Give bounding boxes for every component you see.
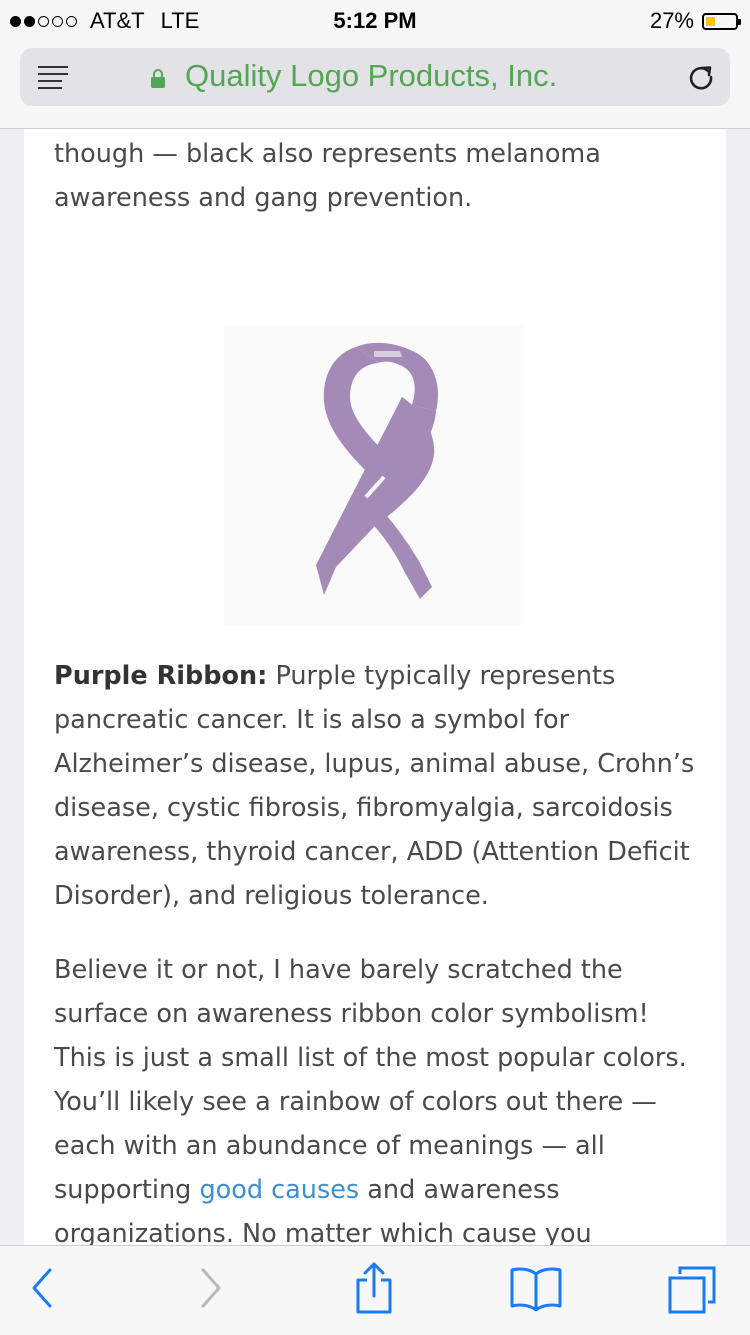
reload-icon[interactable] [686,62,716,92]
purple-ribbon-text: Purple typically represents pancreatic c… [54,661,695,911]
purple-ribbon-icon [316,342,439,599]
status-bar: AT&T LTE 5:12 PM 27% [0,0,750,40]
clock: 5:12 PM [333,8,417,33]
back-icon[interactable] [28,1266,58,1310]
paragraph-intro: though — black also represents melanoma … [54,139,601,213]
web-content[interactable]: though — black also represents melanoma … [24,129,726,1245]
purple-ribbon-heading: Purple Ribbon: [54,661,268,691]
lock-icon [151,69,165,88]
share-icon[interactable] [352,1260,396,1316]
browser-toolbar [0,1245,750,1335]
paragraph-purple-ribbon: Purple Ribbon: Purple typically represen… [54,654,704,918]
tabs-icon[interactable] [666,1264,720,1316]
paragraph-closing: Believe it or not, I have barely scratch… [54,948,704,1245]
browser-top-bar: Quality Logo Products, Inc. [0,40,750,129]
closing-text-1: Believe it or not, I have barely scratch… [54,955,687,1205]
good-causes-link[interactable]: good causes [199,1175,359,1205]
forward-icon[interactable] [195,1266,225,1310]
address-field[interactable]: Quality Logo Products, Inc. [20,48,730,106]
status-right: 27% [649,8,741,34]
ribbon-image [224,325,524,625]
reader-menu-icon[interactable] [38,66,68,90]
site-title: Quality Logo Products, Inc. [185,58,558,93]
battery-percent: 27% [649,8,694,33]
battery-icon [702,12,741,30]
bookmarks-icon[interactable] [508,1266,564,1312]
